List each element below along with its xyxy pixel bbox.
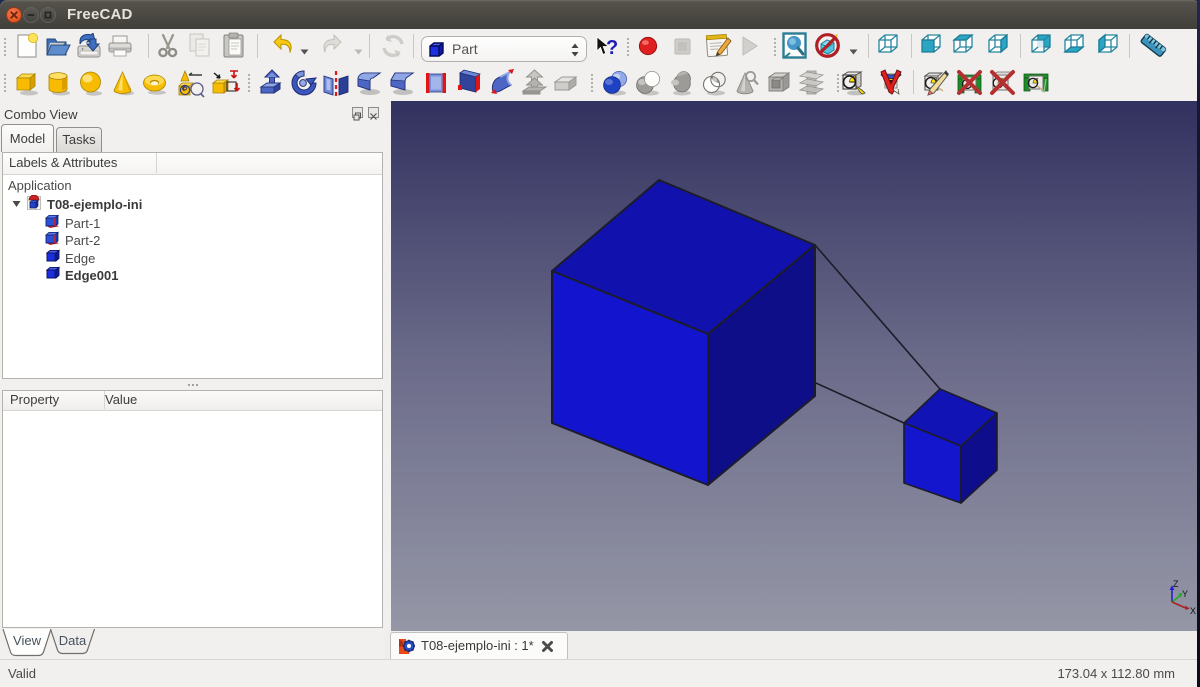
svg-text:Z: Z <box>1173 579 1179 589</box>
svg-text:X: X <box>1190 606 1196 616</box>
svg-text:?: ? <box>606 37 618 59</box>
svg-text:Y: Y <box>1182 589 1188 599</box>
